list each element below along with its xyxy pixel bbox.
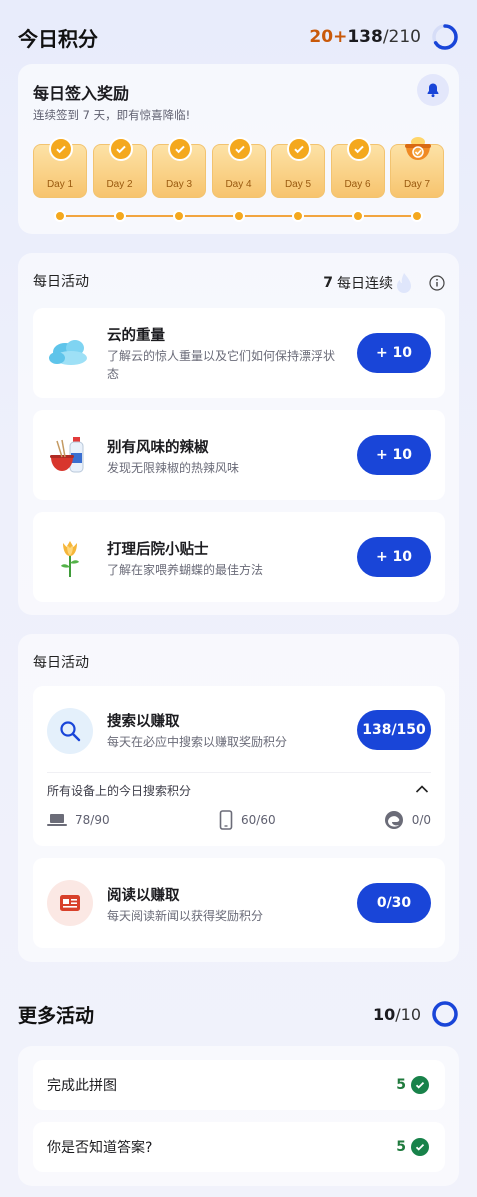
edge-points: 0/0 xyxy=(384,810,431,830)
more-activities-card: 完成此拼图 5 你是否知道答案? 5 xyxy=(18,1046,459,1186)
earn-activities-card: 每日活动 搜索以赚取 每天在必应中搜索以赚取奖励积分 138/150 所有设备上… xyxy=(18,634,459,962)
activity-title: 云的重量 xyxy=(107,328,165,344)
day-tile: Day 2 xyxy=(92,137,147,198)
more-activity-label: 完成此拼图 xyxy=(47,1078,117,1094)
treasure-pot-icon xyxy=(405,137,431,160)
check-icon xyxy=(346,137,371,161)
claim-points-button[interactable]: + 10 xyxy=(357,435,431,475)
activity-title: 打理后院小贴士 xyxy=(107,542,209,558)
info-icon[interactable] xyxy=(429,275,445,291)
day-tile: Day 6 xyxy=(330,137,385,198)
more-activities-header: 更多活动 10 /10 xyxy=(18,998,459,1030)
track-dot xyxy=(292,210,304,222)
device-breakdown: 78/90 60/60 0/0 xyxy=(47,810,431,830)
bell-icon xyxy=(427,83,439,98)
streak-label: 每日连续 xyxy=(337,276,393,292)
day-tile: Day 1 xyxy=(33,137,87,198)
read-title: 阅读以赚取 xyxy=(107,888,180,904)
streak-flame-icon xyxy=(397,273,411,293)
track-dot xyxy=(411,210,423,222)
pc-points: 78/90 xyxy=(47,813,197,827)
check-circle-icon xyxy=(411,1076,429,1094)
activity-card[interactable]: 云的重量 了解云的惊人重量以及它们如何保持漂浮状态 + 10 xyxy=(33,308,445,398)
day-tile: Day 5 xyxy=(271,137,325,198)
check-icon xyxy=(227,137,252,161)
daily-streak: 7 每日连续 xyxy=(323,271,445,295)
track-dot xyxy=(113,210,126,222)
search-icon xyxy=(47,708,93,754)
phone-icon xyxy=(219,810,233,830)
claim-points-button[interactable]: + 10 xyxy=(357,537,431,577)
more-activities-points: 10 /10 xyxy=(373,1000,459,1028)
activity-card[interactable]: 打理后院小贴士 了解在家喂养蝴蝶的最佳方法 + 10 xyxy=(33,512,445,602)
bonus-points: 20+ xyxy=(309,27,348,47)
track-dot xyxy=(351,210,364,222)
day-label: Day 4 xyxy=(225,179,252,190)
completed-points: 5 xyxy=(396,1076,429,1094)
chevron-up-icon[interactable] xyxy=(415,784,429,794)
edge-browser-icon xyxy=(384,811,403,829)
check-icon xyxy=(108,137,133,161)
check-icon xyxy=(287,137,311,161)
completed-points: 5 xyxy=(396,1138,429,1156)
activity-desc: 了解云的惊人重量以及它们如何保持漂浮状态 xyxy=(107,349,336,381)
day-label: Day 3 xyxy=(165,179,193,190)
points-summary: 20+ 138 /210 xyxy=(309,23,459,51)
more-activity-item[interactable]: 你是否知道答案? 5 xyxy=(33,1122,445,1172)
search-points-button[interactable]: 138/150 xyxy=(357,710,431,750)
daily-activities-card: 每日活动 7 每日连续 云的重量 了解云的惊人重量以及它们如何保持漂浮状态 + … xyxy=(18,253,459,615)
page-title: 今日积分 xyxy=(18,26,98,51)
more-activities-title: 更多活动 xyxy=(18,1004,95,1027)
more-activity-item[interactable]: 完成此拼图 5 xyxy=(33,1060,445,1110)
daily-signin-card: 每日签入奖励 连续签到 7 天，即有惊喜降临! Day 1 Day 2 Day … xyxy=(18,64,459,234)
activity-desc: 了解在家喂养蝴蝶的最佳方法 xyxy=(107,563,264,577)
day-tile: Day 4 xyxy=(211,137,266,198)
signin-progress-track xyxy=(33,210,445,222)
cloud-icon xyxy=(47,330,93,376)
signin-subtitle: 连续签到 7 天，即有惊喜降临! xyxy=(33,108,191,122)
check-icon xyxy=(49,137,73,161)
divider xyxy=(47,772,431,773)
flower-icon xyxy=(47,534,93,580)
current-points: 138 xyxy=(347,27,383,47)
points-header: 今日积分 20+ 138 /210 xyxy=(18,18,459,56)
activity-desc: 发现无限辣椒的热辣风味 xyxy=(107,461,240,475)
day-label: Day 6 xyxy=(344,179,371,190)
claim-points-button[interactable]: + 10 xyxy=(357,333,431,373)
track-dot xyxy=(232,210,245,222)
progress-ring-icon xyxy=(432,24,458,50)
day-tile: Day 3 xyxy=(152,137,206,198)
check-icon xyxy=(168,137,192,161)
read-points-button[interactable]: 0/30 xyxy=(357,883,431,923)
section-label: 每日活动 xyxy=(33,655,89,671)
search-earn-card[interactable]: 搜索以赚取 每天在必应中搜索以赚取奖励积分 138/150 所有设备上的今日搜索… xyxy=(33,686,445,846)
noodle-bottle-icon xyxy=(47,432,93,478)
news-icon xyxy=(47,880,93,926)
day-tile-bonus: Day 7 xyxy=(390,137,444,198)
more-activity-label: 你是否知道答案? xyxy=(47,1140,153,1156)
activity-card[interactable]: 别有风味的辣椒 发现无限辣椒的热辣风味 + 10 xyxy=(33,410,445,500)
track-dot xyxy=(173,210,185,222)
search-title: 搜索以赚取 xyxy=(107,714,180,730)
activity-title: 别有风味的辣椒 xyxy=(107,440,209,456)
devices-label: 所有设备上的今日搜索积分 xyxy=(47,784,192,798)
streak-count: 7 xyxy=(323,275,333,291)
day-label: Day 7 xyxy=(403,179,431,190)
total-points: /210 xyxy=(382,27,421,47)
day-label: Day 2 xyxy=(106,179,133,190)
check-circle-icon xyxy=(411,1138,429,1156)
signin-title: 每日签入奖励 xyxy=(33,84,130,103)
signin-days: Day 1 Day 2 Day 3 Day 4 Day 5 Day 6 Day … xyxy=(33,137,445,204)
day-label: Day 5 xyxy=(284,179,312,190)
section-label: 每日活动 xyxy=(33,274,89,290)
search-desc: 每天在必应中搜索以赚取奖励积分 xyxy=(107,735,288,749)
reminder-bell-button[interactable] xyxy=(417,74,449,106)
track-dot xyxy=(54,210,66,222)
laptop-icon xyxy=(47,814,67,826)
progress-ring-icon xyxy=(432,1001,458,1027)
read-desc: 每天阅读新闻以获得奖励积分 xyxy=(107,909,264,923)
day-label: Day 1 xyxy=(46,179,74,190)
mobile-points: 60/60 xyxy=(219,810,369,830)
read-earn-card[interactable]: 阅读以赚取 每天阅读新闻以获得奖励积分 0/30 xyxy=(33,858,445,948)
